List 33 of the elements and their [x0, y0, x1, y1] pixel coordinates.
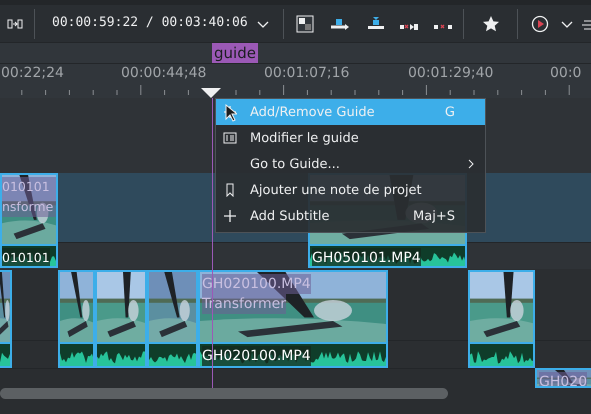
scrollbar[interactable]	[0, 388, 448, 399]
menu-item[interactable]: Go to Guide...	[216, 151, 485, 177]
shortcut-label: G	[444, 104, 455, 120]
time-label: 00:00:44;48	[121, 65, 206, 81]
time-label: 00:01:29;40	[408, 65, 494, 81]
time-label: 00:0	[550, 65, 582, 81]
time-label: 00:22;24	[1, 65, 64, 81]
clip-title: GH020	[539, 372, 588, 386]
waveform	[97, 344, 145, 366]
star-icon[interactable]	[482, 15, 500, 33]
guide-label[interactable]: guide	[212, 43, 258, 63]
record-icon[interactable]	[531, 15, 549, 33]
menu-item[interactable]: Add Subtitle Maj+S	[216, 203, 485, 229]
menu-item[interactable]: Modifier le guide	[216, 125, 485, 151]
video-clip[interactable]	[58, 270, 95, 368]
timecode: 00:00:59:22 / 00:03:40:06	[52, 15, 248, 30]
clip-title: GH050101.MP4	[312, 248, 421, 266]
waveform	[149, 344, 196, 366]
plus-icon	[223, 209, 237, 223]
video-clip[interactable]	[468, 270, 535, 368]
checkerboard-icon[interactable]	[296, 15, 314, 33]
waveform	[470, 344, 533, 366]
menu-item[interactable]: Ajouter une note de projet	[216, 177, 485, 203]
video-clip[interactable]	[147, 270, 198, 368]
waveform	[60, 344, 93, 366]
plus-icon	[223, 105, 237, 119]
mouse-cursor-icon	[225, 104, 237, 122]
time-label: 00:01:07;16	[264, 65, 350, 81]
video-clip[interactable]	[95, 270, 147, 368]
clip-title: 010101	[2, 248, 50, 266]
shortcut-label: Maj+S	[413, 208, 455, 224]
list-icon	[223, 131, 237, 145]
effect-label: nsforme	[2, 197, 56, 217]
